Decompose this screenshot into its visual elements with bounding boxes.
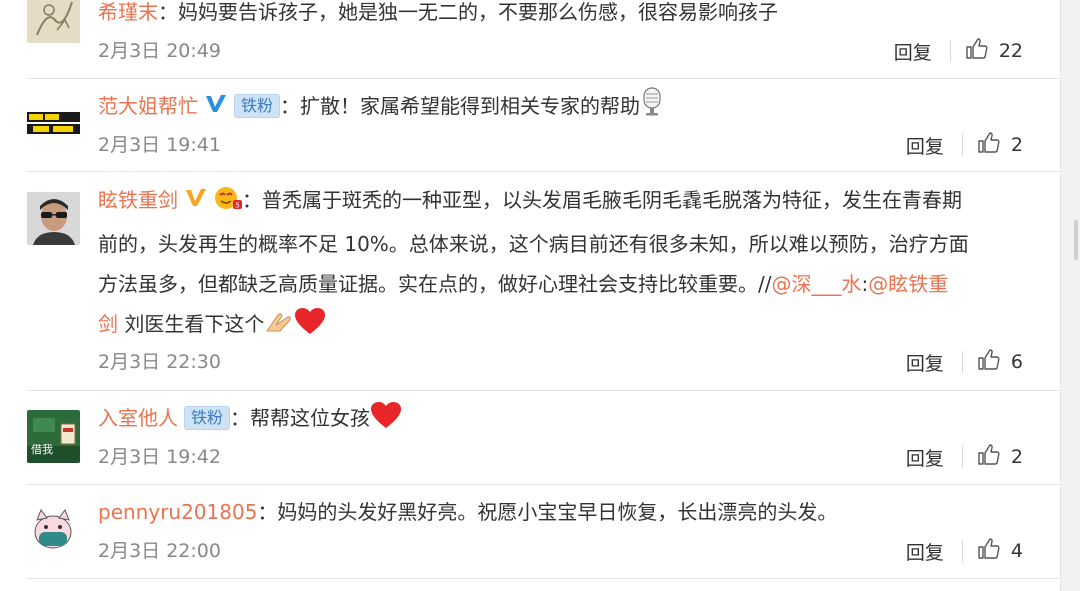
mention-link[interactable]: @深___水 [771,272,861,296]
divider [27,171,1060,172]
scrollbar-thumb[interactable] [1074,220,1078,260]
comment-text: 希瑾末：妈妈要告诉孩子，她是独一无二的，不要那么伤感，很容易影响孩子 [98,0,1028,32]
avatar[interactable] [27,192,80,245]
comment-body: ：普秃属于斑秃的一种亚型，以头发眉毛腋毛阴毛毳毛脱落为特征，发生在青春期 [242,188,962,212]
pray-hands-icon [264,308,294,348]
reply-button[interactable]: 回复 [894,38,932,65]
thumbs-up-icon[interactable] [965,37,989,66]
comment-date: 2月3日 22:30 [98,351,221,373]
comment-text: 入室他人 铁粉 ：帮帮这位女孩 [98,398,1028,442]
like-count: 22 [998,40,1023,62]
divider [27,78,1060,79]
action-divider [961,351,963,373]
thumbs-up-icon[interactable] [977,443,1001,472]
thumbs-up-icon[interactable] [977,348,1001,377]
heart-icon [294,307,326,348]
comment-body: ：帮帮这位女孩 [230,406,371,430]
comment-body: ：扩散！家属希望能得到相关专家的帮助 [280,94,641,118]
comment-line: 前的，头发再生的概率不足 10%。总体来说，这个病目前还有很多未知，所以难以预防… [98,232,969,256]
action-divider [949,40,951,62]
divider [27,390,1060,391]
comment-date: 2月3日 20:49 [98,40,221,62]
comment-body: 方法虽多，但都缺乏高质量证据。实在点的，做好心理社会支持比较重要。// [98,272,772,296]
avatar[interactable] [27,504,80,557]
fan-badge: 铁粉 [184,406,231,430]
divider [27,484,1060,485]
comment-line: 眩铁重剑 5 ：普秃属于斑秃的一种亚型，以头发眉毛腋毛阴毛毳毛脱落为特征，发生在青春… [98,180,1028,224]
action-divider [961,134,963,156]
avatar-caption: 借我 [31,443,53,456]
comment-text: 范大姐帮忙 铁粉 ：扩散！家属希望能得到相关专家的帮助 [98,86,1028,130]
verified-v-icon [184,183,208,207]
comment-actions: 回复 2 [906,130,1023,160]
like-count: 2 [1010,134,1023,156]
action-divider [961,446,963,468]
username-link[interactable]: 希瑾末 [98,0,158,24]
reply-button[interactable]: 回复 [906,132,944,159]
comment-feed: 希瑾末：妈妈要告诉孩子，她是独一无二的，不要那么伤感，很容易影响孩子 2月3日 … [0,0,1060,591]
avatar[interactable] [27,98,80,151]
like-count: 4 [1010,540,1023,562]
reply-button[interactable]: 回复 [906,349,944,376]
avatar[interactable] [27,0,80,43]
mention-link[interactable]: @眩铁重 [868,272,948,296]
comment-date: 2月3日 19:42 [98,446,221,468]
comment-actions: 回复 22 [894,36,1023,66]
comment-date: 2月3日 22:00 [98,540,221,562]
comment-body: ：妈妈要告诉孩子，她是独一无二的，不要那么伤感，很容易影响孩子 [158,0,778,24]
divider [27,578,1060,579]
username-link[interactable]: pennyru201805 [98,500,257,524]
comment-body: ：妈妈的头发好黑好亮。祝愿小宝宝早日恢复，长出漂亮的头发。 [257,500,838,524]
fan-badge: 铁粉 [234,94,281,118]
comment-actions: 回复 2 [906,442,1023,472]
svg-text:5: 5 [235,202,239,210]
comment-body: 刘医生看下这个 [118,312,265,336]
scrollbar-track[interactable] [1060,0,1080,591]
reply-button[interactable]: 回复 [906,444,944,471]
super-fan-icon: 5 [214,184,242,224]
comment-date: 2月3日 19:41 [98,134,221,156]
thumbs-up-icon[interactable] [977,131,1001,160]
comment-line: 方法虽多，但都缺乏高质量证据。实在点的，做好心理社会支持比较重要。//@深___… [98,264,1028,304]
comment-line: 剑 刘医生看下这个 [98,304,1028,348]
verified-v-icon [204,89,228,113]
comment-actions: 回复 6 [906,347,1023,377]
username-link[interactable]: 眩铁重剑 [98,188,178,212]
mention-link[interactable]: 剑 [98,312,118,336]
microphone-icon [640,87,664,130]
thumbs-up-icon[interactable] [977,537,1001,566]
username-link[interactable]: 入室他人 [98,406,178,430]
heart-icon [370,401,402,442]
avatar[interactable]: 借我 [27,410,80,463]
comment-text: pennyru201805：妈妈的头发好黑好亮。祝愿小宝宝早日恢复，长出漂亮的头… [98,492,1028,532]
action-divider [961,540,963,562]
reply-button[interactable]: 回复 [906,538,944,565]
comment-actions: 回复 4 [906,536,1023,566]
username-link[interactable]: 范大姐帮忙 [98,94,198,118]
like-count: 6 [1010,351,1023,373]
like-count: 2 [1010,446,1023,468]
comment-text: 眩铁重剑 5 ：普秃属于斑秃的一种亚型，以头发眉毛腋毛阴毛毳毛脱落为特征，发生在青春… [98,180,1028,348]
